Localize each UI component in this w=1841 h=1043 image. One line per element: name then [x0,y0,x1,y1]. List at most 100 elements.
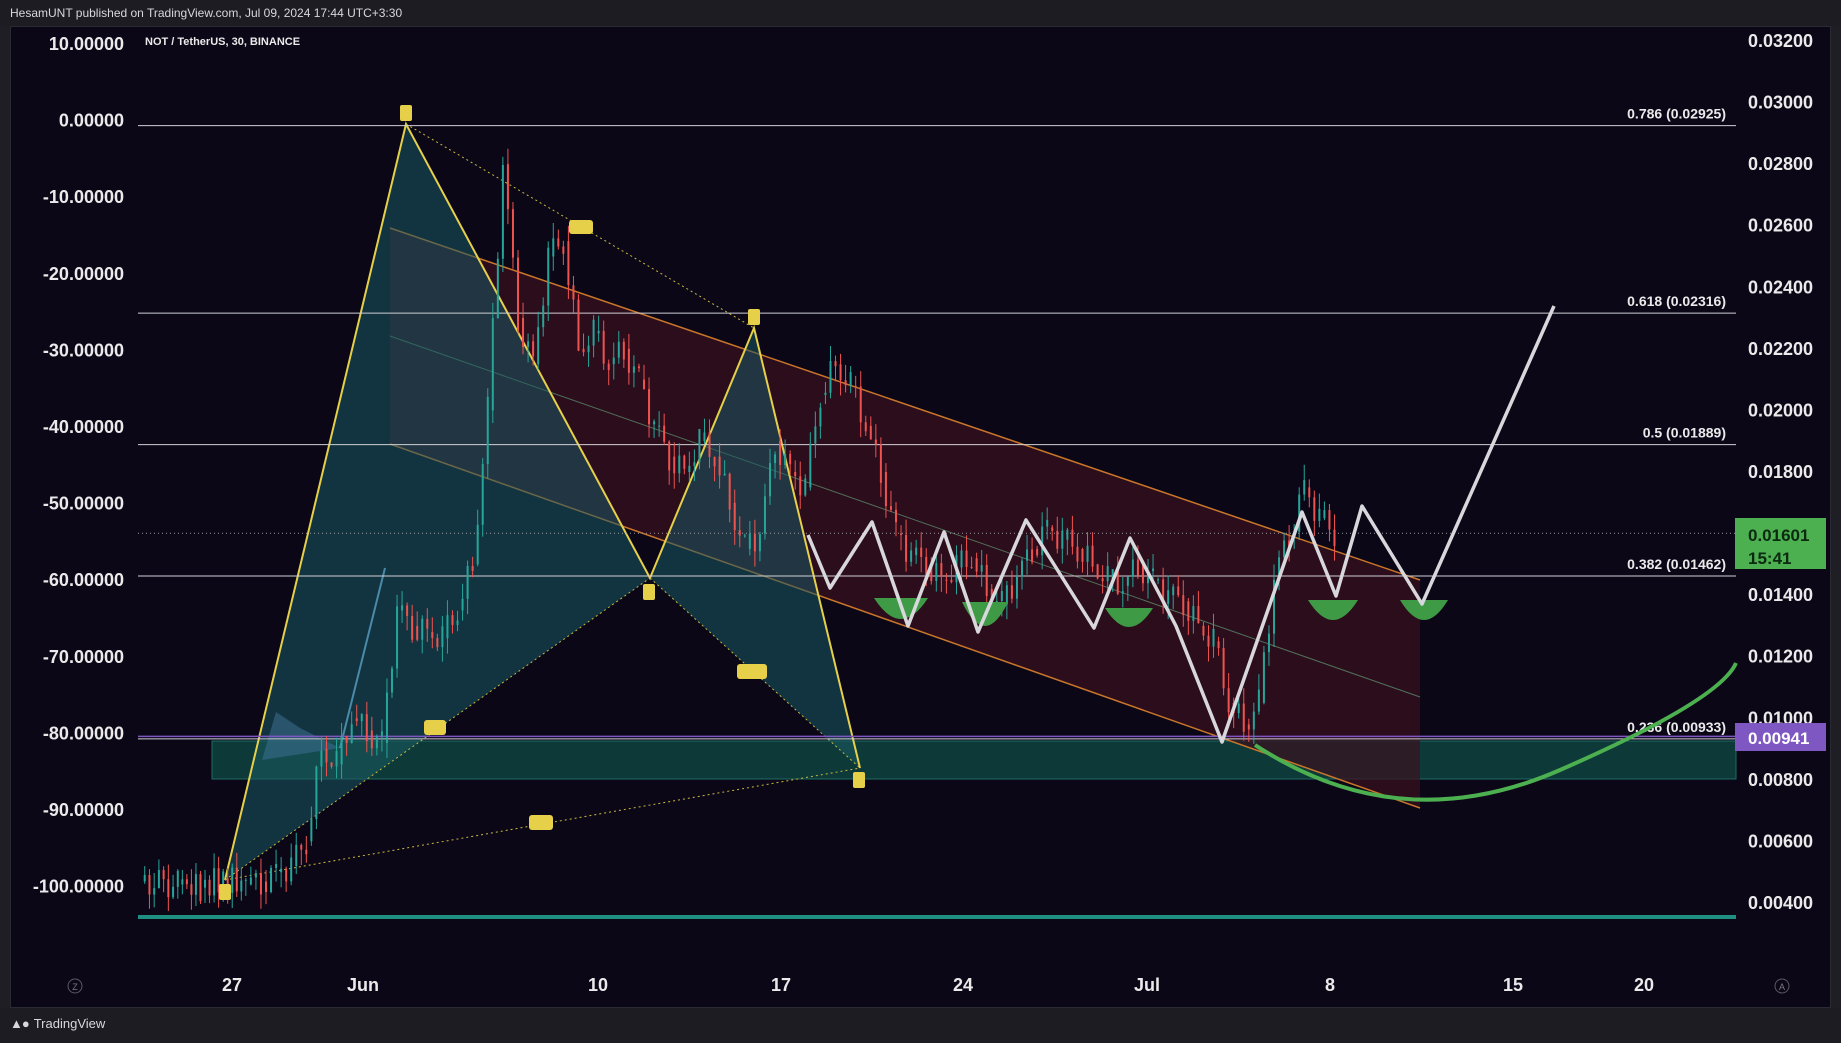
x-axis: 27 Jun 10 17 24 Jul 8 15 20 [222,975,1654,995]
candle-body [143,874,146,882]
candle-body [231,867,234,893]
candle-body [411,615,414,640]
y-right-tick: 0.01800 [1748,462,1813,482]
candle-body [950,579,953,583]
candle-body [774,454,777,464]
candle-body [1086,545,1089,562]
candle-body [733,502,736,531]
candle-body [350,724,353,744]
candle-body [1172,586,1175,596]
y-left-tick: -80.00000 [43,723,124,743]
candle-body [970,566,973,568]
candle-body [471,565,474,571]
candle-body [874,439,877,445]
y-left-tick: -50.00000 [43,494,124,514]
y-right-tick: 0.01200 [1748,647,1813,667]
candle-body [648,389,651,425]
candle-body [162,870,165,880]
candle-body [617,341,620,358]
candle-body [1010,585,1013,599]
candle-body [401,605,404,611]
y-left-tick: -90.00000 [43,800,124,820]
candle-body [194,874,197,895]
fib-label: 0.618 (0.02316) [1627,293,1726,309]
y-left-tick: 10.00000 [49,34,124,54]
candle-body [537,327,540,365]
candle-body [1071,529,1074,547]
candle-body [1031,549,1034,563]
candle-body [1252,711,1255,730]
candle-body [476,524,479,565]
candle-body [587,345,590,353]
candle-body [204,879,207,888]
candle-body [270,867,273,892]
candle-body [854,385,857,387]
candle-body [1157,579,1160,581]
candle-body [1121,591,1124,594]
candle-body [1101,578,1104,582]
candle-body [391,668,393,693]
candle-body [1308,487,1311,498]
candle-body [985,565,988,596]
y-right-tick: 0.02600 [1748,216,1813,236]
candle-body [582,348,585,353]
y-right-tick: 0.01400 [1748,585,1813,605]
y-left-tick: 0.00000 [59,111,124,131]
candle-body [542,305,545,328]
candle-body [572,285,575,300]
x-tick: 10 [588,975,608,995]
candle-body [678,455,681,474]
marked-price-tag: 0.00941 [1735,723,1826,751]
tradingview-logo[interactable]: ▲● TradingView [10,1016,105,1031]
candle-body [1046,519,1049,527]
candle-body [148,874,151,895]
candle-body [491,318,494,411]
y-right-tick: 0.00600 [1748,831,1813,851]
candle-body [370,730,373,749]
candle-body [213,868,216,896]
candle-body [653,421,656,425]
y-axis-right: 0.03200 0.03000 0.02800 0.02600 0.02400 0.022… [1748,31,1813,913]
candle-body [748,533,751,549]
candle-body [1267,633,1270,653]
candle-body [1242,703,1245,732]
candle-body [769,463,771,497]
y-left-tick: -10.00000 [43,187,124,207]
candle-body [511,209,514,258]
candle-body [436,637,439,648]
candle-body [562,246,565,254]
candle-body [673,456,676,474]
candle-body [1262,652,1265,703]
candle-body [728,473,731,510]
tradingview-logo-icon: ▲● [10,1016,30,1031]
candle-body [557,238,560,247]
candle-body [315,766,318,820]
candle-body [335,750,338,767]
candle-body [295,844,298,867]
candle-body [869,425,872,440]
candle-body [426,618,429,629]
candle-body [280,868,283,873]
y-right-tick: 0.03000 [1748,93,1813,113]
candle-body [1333,529,1336,546]
candle-body [172,886,175,898]
candle-body [265,881,267,892]
candle-body [375,736,378,749]
candle-body [1328,510,1331,530]
candle-body [829,361,832,393]
candle-body [305,849,308,855]
candle-body [597,330,600,334]
candle-body [1192,606,1195,621]
candle-body [1217,641,1220,649]
y-right-tick: 0.00800 [1748,770,1813,790]
candle-body [965,550,968,567]
y-left-tick: -30.00000 [43,340,124,360]
candle-body [451,615,454,625]
candle-body [814,426,817,444]
candle-body [235,867,238,892]
candle-body [794,471,797,477]
current-price-tag: 0.01601 15:41 [1735,518,1826,569]
candle-body [1247,724,1250,730]
candle-body [1000,590,1003,602]
candle-body [1081,548,1084,562]
